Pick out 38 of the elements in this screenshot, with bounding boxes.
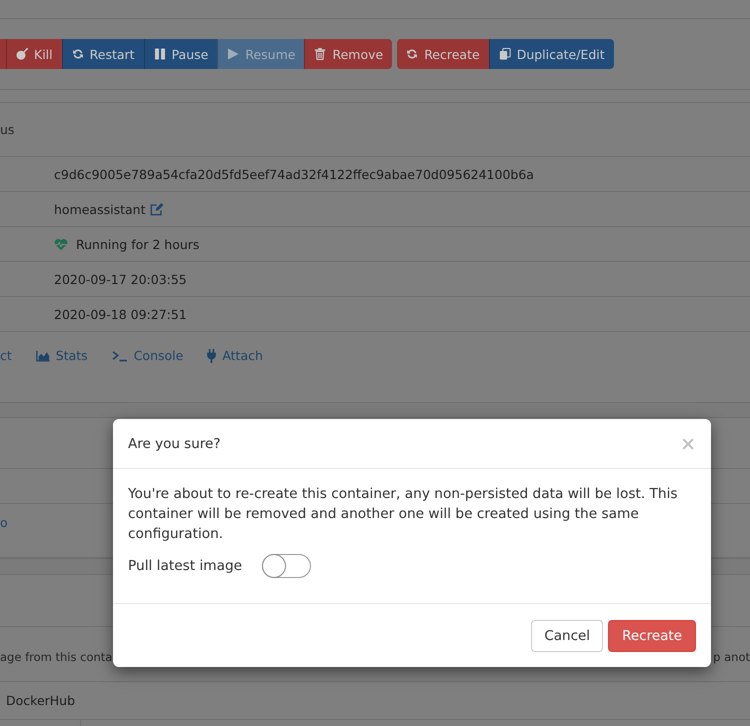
toolbar-button[interactable]: Pause [144,39,218,69]
section-header: us [0,122,14,137]
detail-value: 2020-09-17 20:03:55 [54,272,187,286]
page-link[interactable]: o [0,514,8,532]
status-text: Running for 2 hours [76,236,200,252]
dialog-title: Are you sure? [128,436,220,452]
trash-icon [314,48,326,60]
terminal-icon [112,350,128,362]
copy-icon [498,48,511,60]
pause-icon [154,48,166,60]
dialog-message: You're about to re-create this container, any non-persisted data will be lost. This container will be removed and another one will be created using the same configuration. [128,485,679,544]
refresh-icon [406,48,418,60]
toolbar-button[interactable]: Recreate [397,39,489,69]
area-chart-icon [36,350,50,362]
action-link[interactable]: Attach [207,347,263,365]
action-link[interactable]: Stats [36,347,88,365]
toggle-label: Pull latest image [128,558,242,574]
toolbar-button[interactable]: Duplicate/Edit [488,39,614,69]
modal-button[interactable]: Cancel [531,620,604,652]
toggle-switch[interactable] [262,554,312,578]
bomb-icon [16,48,28,60]
detail-value: 2020-09-18 09:27:51 [54,306,187,322]
heartbeat-icon [54,238,68,250]
container-name: homeassistant [54,202,146,216]
play-icon [227,48,240,60]
action-link[interactable]: ct [0,347,12,365]
description-text: age from this conta [0,649,112,666]
toolbar-button[interactable]: Remove [304,39,392,69]
action-link[interactable]: Console [112,347,184,365]
table-cell-text: DockerHub [5,693,76,708]
toolbar-button[interactable]: Restart [62,39,144,69]
modal-button[interactable]: Recreate [608,620,696,652]
description-text: p anot [713,649,750,666]
detail-value: c9d6c9005e789a54cfa20d5fd5eef74ad32f4122ffec9abae70d095624100b6a [54,166,534,182]
toolbar-button[interactable]: Kill [6,39,62,69]
edit-icon[interactable] [150,202,164,216]
refresh-icon [72,48,84,60]
plug-icon [207,349,216,363]
